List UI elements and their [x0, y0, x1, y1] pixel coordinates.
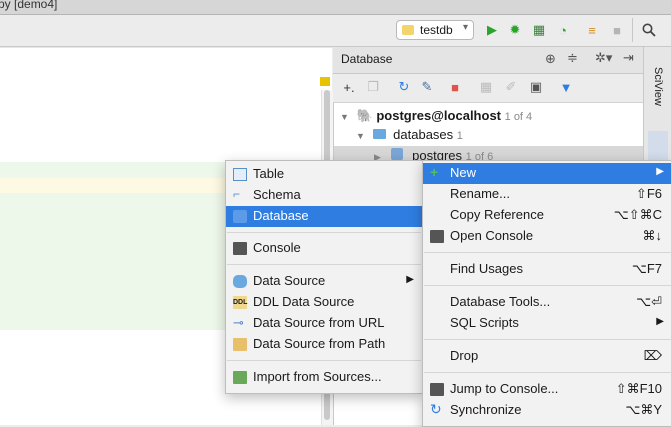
new-submenu: Table ⌐ Schema Database Console Data Sou… — [225, 160, 423, 394]
menu-separator — [424, 372, 671, 373]
folder-icon — [372, 129, 386, 139]
coverage-icon[interactable]: ▦ — [531, 22, 547, 38]
submenu-arrow-icon: ▶ — [656, 166, 664, 177]
menu-item-sql-scripts[interactable]: SQL Scripts ▶ — [423, 313, 671, 334]
toolbar-divider — [632, 18, 633, 42]
console-icon — [430, 383, 444, 396]
synchronize-icon: ↻ — [430, 401, 442, 417]
chevron-down-icon: ▾ — [462, 22, 468, 33]
run-icon[interactable]: ▶ — [484, 22, 500, 38]
tree-root-row[interactable]: ▼ 🐘 postgres@localhost 1 of 4 — [340, 108, 532, 124]
run-config-select[interactable]: testdb ▾ — [396, 20, 474, 40]
import-icon — [233, 371, 247, 384]
menu-item-drop[interactable]: Drop ⌦ — [423, 346, 671, 367]
run-config-label: testdb — [420, 23, 453, 37]
menu-item-jump-to-console[interactable]: Jump to Console... ⇧⌘F10 — [423, 379, 671, 400]
table-icon[interactable]: ▦ — [478, 79, 494, 95]
menu-item-new[interactable]: + New ▶ — [423, 163, 671, 184]
menu-item-database-tools[interactable]: Database Tools... ⌥⏎ — [423, 292, 671, 313]
menu-separator — [227, 360, 421, 361]
submenu-arrow-icon: ▶ — [656, 316, 664, 327]
menu-item-open-console[interactable]: Open Console ⌘↓ — [423, 226, 671, 247]
schema-icon: ⌐ — [233, 187, 241, 201]
filter-icon[interactable]: ▼ — [558, 79, 574, 95]
tree-databases-label: databases — [393, 127, 454, 142]
database-icon — [390, 148, 403, 160]
add-icon[interactable]: +. — [341, 79, 357, 95]
copy-icon[interactable]: ❐ — [365, 79, 381, 95]
db-properties-icon[interactable]: ✎ — [419, 79, 435, 95]
refresh-icon[interactable]: ↻ — [396, 79, 412, 95]
menu-item-data-source-path[interactable]: Data Source from Path — [226, 334, 422, 355]
database-panel-title: Database — [341, 52, 393, 66]
gear-icon[interactable]: ✲▾ — [595, 50, 612, 66]
concurrency-icon[interactable]: ≡ — [584, 22, 600, 38]
collapse-icon[interactable]: ≑ — [567, 50, 578, 66]
database-icon — [233, 210, 247, 223]
menu-item-import-sources[interactable]: Import from Sources... — [226, 367, 422, 388]
menu-item-rename[interactable]: Rename... ⇧F6 — [423, 184, 671, 205]
hide-panel-icon[interactable]: ⇥ — [623, 50, 634, 66]
expand-arrow-icon: ▼ — [356, 131, 365, 141]
menu-separator — [424, 252, 671, 253]
sciview-tab[interactable]: SciView — [652, 67, 664, 106]
menu-item-data-source[interactable]: Data Source ▶ — [226, 271, 422, 292]
editor-top-line — [0, 47, 332, 48]
context-menu: + New ▶ Rename... ⇧F6 Copy Reference ⌥⇧⌘… — [422, 160, 671, 427]
python-icon — [402, 25, 414, 35]
window-title-bar: py [demo4] — [0, 0, 671, 15]
postgres-elephant-icon: 🐘 — [356, 108, 373, 123]
menu-item-console[interactable]: Console — [226, 238, 422, 259]
menu-separator — [227, 232, 421, 233]
ddl-icon: DDL — [233, 296, 247, 309]
search-icon[interactable] — [641, 22, 657, 38]
folder-icon — [233, 338, 247, 351]
menu-item-synchronize[interactable]: ↻ Synchronize ⌥⌘Y — [423, 400, 671, 421]
console-icon — [430, 230, 444, 243]
edit-icon[interactable]: ✐ — [503, 79, 519, 95]
database-panel-header: Database ⊕ ≑ ✲▾ ⇥ — [333, 47, 643, 74]
editor-highlight-block — [0, 193, 225, 330]
menu-item-find-usages[interactable]: Find Usages ⌥F7 — [423, 259, 671, 280]
editor-highlight — [0, 162, 225, 178]
data-source-icon — [233, 275, 247, 288]
editor-current-line — [0, 178, 225, 193]
menu-item-data-source-url[interactable]: ⊸ Data Source from URL — [226, 313, 422, 334]
tree-root-label: postgres@localhost — [376, 108, 502, 123]
submenu-arrow-icon: ▶ — [406, 274, 414, 285]
menu-item-copy-reference[interactable]: Copy Reference ⌥⇧⌘C — [423, 205, 671, 226]
stop-icon[interactable]: ■ — [609, 22, 625, 38]
target-icon[interactable]: ⊕ — [545, 51, 556, 67]
debug-icon[interactable]: ✹ — [507, 22, 523, 38]
menu-item-table[interactable]: Table — [226, 164, 422, 185]
disconnect-icon[interactable]: ■ — [447, 79, 463, 95]
menu-separator — [424, 285, 671, 286]
menu-separator — [227, 264, 421, 265]
expand-arrow-icon: ▼ — [340, 112, 349, 122]
console-icon — [233, 242, 247, 255]
menu-separator — [424, 339, 671, 340]
tree-databases-row[interactable]: ▼ databases 1 — [356, 127, 463, 142]
menu-item-ddl-data-source[interactable]: DDL DDL Data Source — [226, 292, 422, 313]
table-icon — [233, 168, 247, 181]
profile-icon[interactable]: ◔ — [555, 22, 571, 38]
console-icon[interactable]: ▣ — [528, 79, 544, 95]
window-title: py [demo4] — [0, 0, 58, 11]
inspection-marker-icon[interactable] — [320, 77, 330, 86]
menu-item-schema[interactable]: ⌐ Schema — [226, 185, 422, 206]
plus-icon: + — [430, 164, 439, 180]
plug-icon: ⊸ — [233, 315, 244, 330]
menu-item-database[interactable]: Database — [226, 206, 422, 227]
tree-databases-count: 1 — [456, 130, 463, 142]
tree-root-count: 1 of 4 — [504, 111, 533, 123]
